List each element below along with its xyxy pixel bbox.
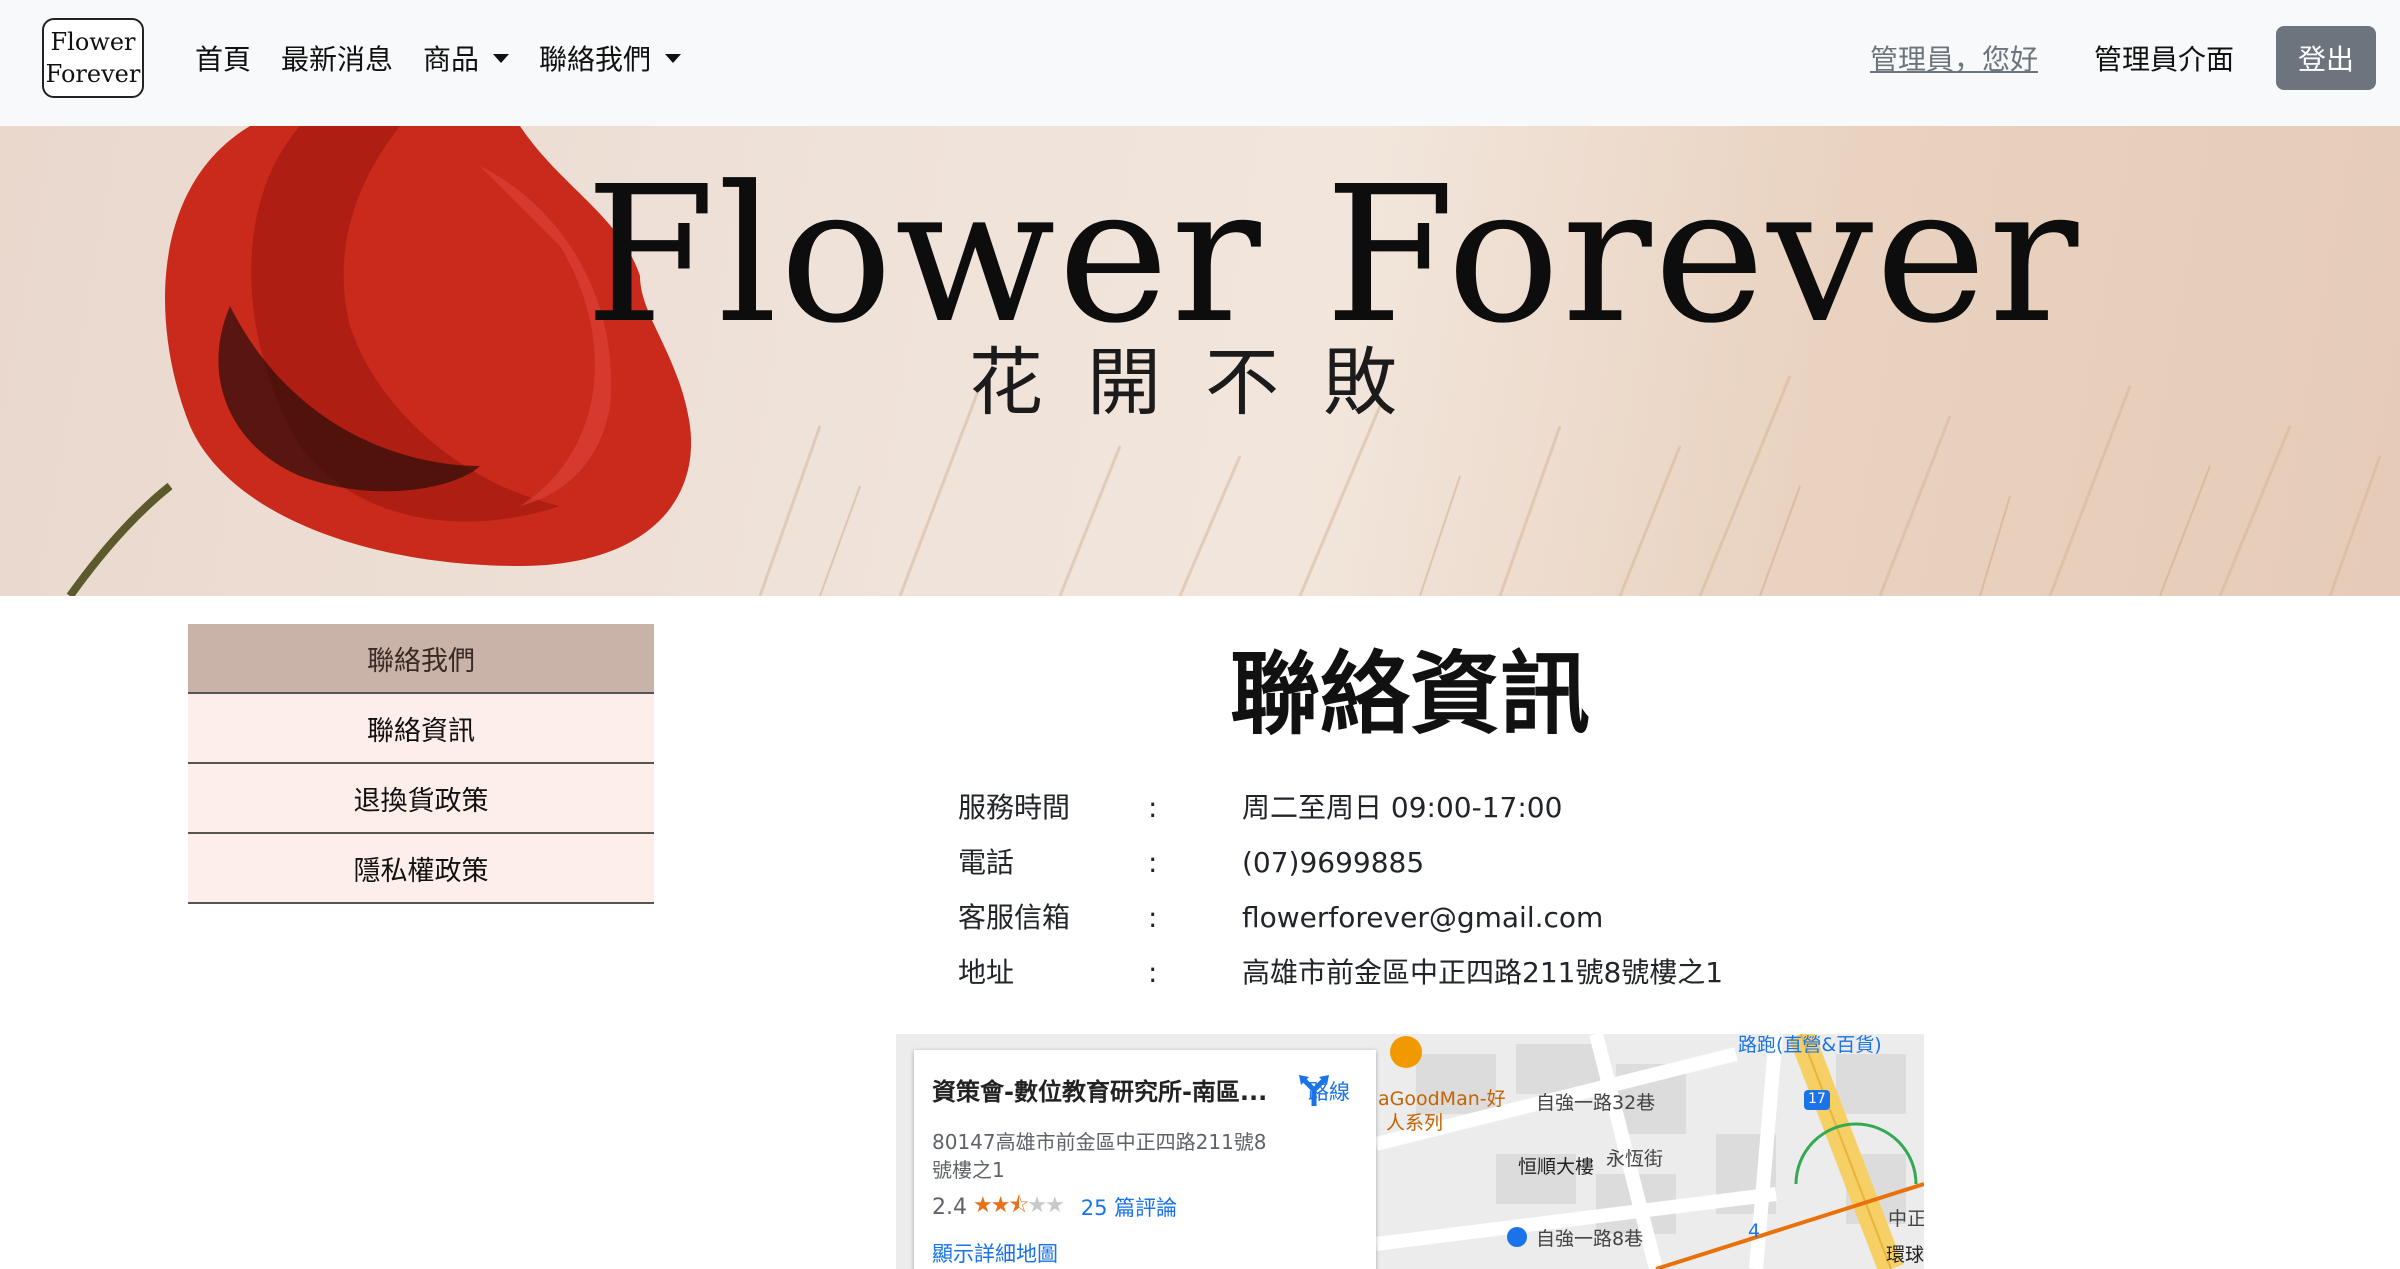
info-row-address: 地址 : 高雄市前金區中正四路211號8號樓之1: [958, 953, 1723, 993]
info-colon: :: [1148, 901, 1158, 934]
info-colon: :: [1148, 846, 1158, 879]
hero-banner: Flower Forever 花開不敗: [0, 126, 2400, 596]
google-map-embed[interactable]: aGoodMan-好 人系列 自強一路32巷 恒順大樓 永恆街 自強一路8巷 4…: [896, 1034, 1924, 1269]
greeting-link[interactable]: 管理員，您好: [1870, 38, 2038, 78]
nav-news[interactable]: 最新消息: [281, 38, 393, 78]
map-label: 路跑(直營&百貨): [1738, 1034, 1882, 1056]
info-row-phone: 電話 : (07)9699885: [958, 843, 1424, 883]
info-value: 周二至周日 09:00-17:00: [1242, 791, 1563, 824]
info-label: 地址: [958, 956, 1015, 989]
banner-title: Flower Forever: [585, 146, 2081, 365]
directions-icon: [1299, 1075, 1329, 1106]
nav-products-label: 商品: [423, 43, 480, 76]
map-label: 4: [1748, 1220, 1761, 1242]
caret-down-icon: [665, 53, 682, 63]
map-rating: 2.4 ★★⯪★★ 25 篇評論: [932, 1188, 1177, 1226]
info-colon: :: [1148, 791, 1158, 824]
info-label: 電話: [958, 846, 1015, 879]
admin-panel-link[interactable]: 管理員介面: [2094, 38, 2234, 78]
banner-subtitle: 花開不敗: [969, 340, 1441, 426]
info-value: (07)9699885: [1242, 846, 1425, 879]
map-label: 中正: [1888, 1208, 1924, 1230]
rating-score: 2.4: [932, 1194, 967, 1220]
info-value: 高雄市前金區中正四路211號8號樓之1: [1242, 956, 1724, 989]
sidebar-item-contact-info[interactable]: 聯絡資訊: [188, 694, 654, 764]
map-label: 自強一路32巷: [1536, 1092, 1656, 1114]
info-row-email: 客服信箱 : flowerforever@gmail.com: [958, 898, 1603, 938]
map-place-address: 80147高雄市前金區中正四路211號8號樓之1: [932, 1130, 1267, 1182]
sidebar-menu: 聯絡我們 聯絡資訊 退換貨政策 隱私權政策: [188, 624, 654, 904]
map-label: 17: [1808, 1091, 1826, 1107]
info-colon: :: [1148, 956, 1158, 989]
sidebar-item-privacy-policy[interactable]: 隱私權政策: [188, 834, 654, 904]
nav-user-area: 管理員，您好 管理員介面 登出: [1870, 26, 2376, 90]
info-value: flowerforever@gmail.com: [1242, 901, 1604, 934]
top-navbar: Flower Forever 首頁 最新消息 商品 聯絡我們 管理員，您好 管理…: [0, 0, 2400, 126]
page-title: 聯絡資訊: [1230, 642, 1590, 747]
nav-home[interactable]: 首頁: [195, 38, 251, 78]
nav-links: 首頁 最新消息 商品 聯絡我們: [195, 38, 711, 78]
directions-button[interactable]: 路線: [1296, 1072, 1362, 1106]
info-label: 客服信箱: [958, 901, 1071, 934]
map-label: 自強一路8巷: [1536, 1228, 1644, 1250]
map-place-name[interactable]: 資策會-數位教育研究所-南區...: [932, 1072, 1292, 1107]
brand-logo[interactable]: Flower Forever: [42, 18, 144, 98]
map-label: 人系列: [1386, 1112, 1444, 1134]
sidebar-heading: 聯絡我們: [188, 624, 654, 694]
map-place-card: 資策會-數位教育研究所-南區... 路線 80147高雄市前金區中正四路211號…: [914, 1050, 1376, 1269]
view-larger-map-link[interactable]: 顯示詳細地圖: [932, 1238, 1058, 1268]
reviews-link[interactable]: 25 篇評論: [1081, 1192, 1177, 1222]
rating-stars-icon: ★★⯪★★: [973, 1193, 1065, 1218]
nav-contact-dropdown[interactable]: 聯絡我們: [539, 38, 682, 78]
logout-button[interactable]: 登出: [2276, 26, 2376, 90]
map-label: aGoodMan-好: [1378, 1088, 1506, 1110]
info-row-hours: 服務時間 : 周二至周日 09:00-17:00: [958, 788, 1562, 828]
info-label: 服務時間: [958, 791, 1071, 824]
nav-products-dropdown[interactable]: 商品: [423, 38, 510, 78]
map-label: 永恆街: [1606, 1148, 1664, 1170]
map-label: 環球: [1886, 1244, 1924, 1266]
caret-down-icon: [493, 53, 510, 63]
nav-contact-label: 聯絡我們: [539, 43, 652, 76]
brand-line-2: Forever: [45, 60, 141, 88]
brand-line-1: Flower: [50, 28, 136, 56]
sidebar-item-return-policy[interactable]: 退換貨政策: [188, 764, 654, 834]
map-label: 恒順大樓: [1518, 1156, 1595, 1178]
